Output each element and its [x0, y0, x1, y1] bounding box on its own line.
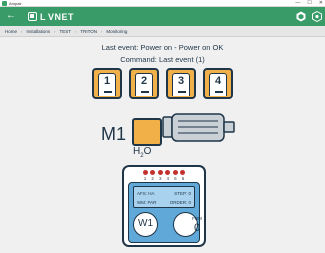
window-title: Ampair — [9, 1, 22, 6]
valve-body[interactable] — [132, 118, 162, 146]
slot-bar — [141, 91, 149, 93]
close-button[interactable]: ✕ — [319, 0, 323, 7]
hexagon-icon[interactable] — [296, 11, 306, 22]
led-numbers: 123 456 — [143, 176, 185, 181]
app-header: ← L VNET — [0, 7, 325, 26]
slot-number: 4 — [214, 75, 222, 87]
logo-mark-letter: L — [40, 11, 46, 22]
slot-bar — [215, 91, 223, 93]
led-5 — [172, 170, 178, 175]
chevron-right-icon: › — [101, 28, 103, 34]
wm-value: WM: PAR — [137, 200, 157, 205]
slot-number: 3 — [177, 75, 185, 87]
minimize-button[interactable]: — — [295, 0, 300, 7]
app-logo: L VNET — [28, 11, 74, 22]
led-row — [124, 170, 204, 175]
chevron-right-icon: › — [21, 28, 23, 34]
controller-screen: AFS: HA STEP: 0 WM: PAR ORDER: 0 W1 FRM … — [128, 182, 202, 243]
frm-label: FRM — [192, 216, 202, 221]
breadcrumb: Home › Installations › TEST › TRITON › M… — [0, 26, 325, 37]
window-titlebar: Ampair — ☐ ✕ — [0, 0, 325, 7]
led-3 — [157, 170, 163, 175]
frm-counter: FRM 0 — [173, 212, 202, 237]
motor-icon — [162, 113, 235, 142]
logo-mark-icon — [28, 12, 37, 21]
led-1 — [142, 170, 148, 175]
breadcrumb-monitoring: Monitoring — [106, 28, 128, 34]
app-title: Ampair — [2, 0, 22, 7]
app-icon — [2, 1, 7, 6]
back-arrow-icon[interactable]: ← — [6, 10, 16, 22]
breadcrumb-test[interactable]: TEST — [59, 29, 71, 34]
slot-2[interactable]: 2 — [129, 68, 159, 99]
last-event-text: Last event: Power on - Power on OK — [101, 43, 224, 52]
w1-button[interactable]: W1 — [133, 212, 158, 237]
breadcrumb-triton[interactable]: TRITON — [80, 29, 97, 34]
logo-text: VNET — [48, 11, 75, 22]
afs-value: AFS: HA — [137, 191, 155, 196]
chevron-right-icon: › — [54, 28, 56, 34]
slot-bar — [178, 91, 186, 93]
controller-display: AFS: HA STEP: 0 WM: PAR ORDER: 0 — [133, 186, 195, 208]
slot-4[interactable]: 4 — [203, 68, 233, 99]
command-text: Command: Last event (1) — [120, 55, 205, 64]
slot-bar — [104, 91, 112, 93]
medium-label: H2O — [133, 146, 152, 159]
led-6 — [180, 170, 186, 175]
led-2 — [150, 170, 156, 175]
gear-hexagon-icon[interactable] — [312, 11, 322, 22]
led-4 — [165, 170, 171, 175]
maximize-button[interactable]: ☐ — [307, 0, 311, 7]
frm-value: 0 — [193, 222, 201, 234]
order-value: ORDER: 0 — [169, 200, 191, 205]
controller-panel[interactable]: 123 456 AFS: HA STEP: 0 WM: PAR ORDER: 0… — [122, 165, 206, 247]
valve-name: M1 — [101, 124, 127, 144]
slot-number: 1 — [103, 75, 111, 87]
slot-number: 2 — [140, 75, 148, 87]
breadcrumb-installations[interactable]: Installations — [26, 29, 50, 34]
chevron-right-icon: › — [74, 28, 77, 34]
step-value: STEP: 0 — [174, 191, 191, 196]
slot-3[interactable]: 3 — [166, 68, 196, 99]
breadcrumb-home[interactable]: Home — [5, 29, 17, 34]
slot-1[interactable]: 1 — [92, 68, 122, 99]
